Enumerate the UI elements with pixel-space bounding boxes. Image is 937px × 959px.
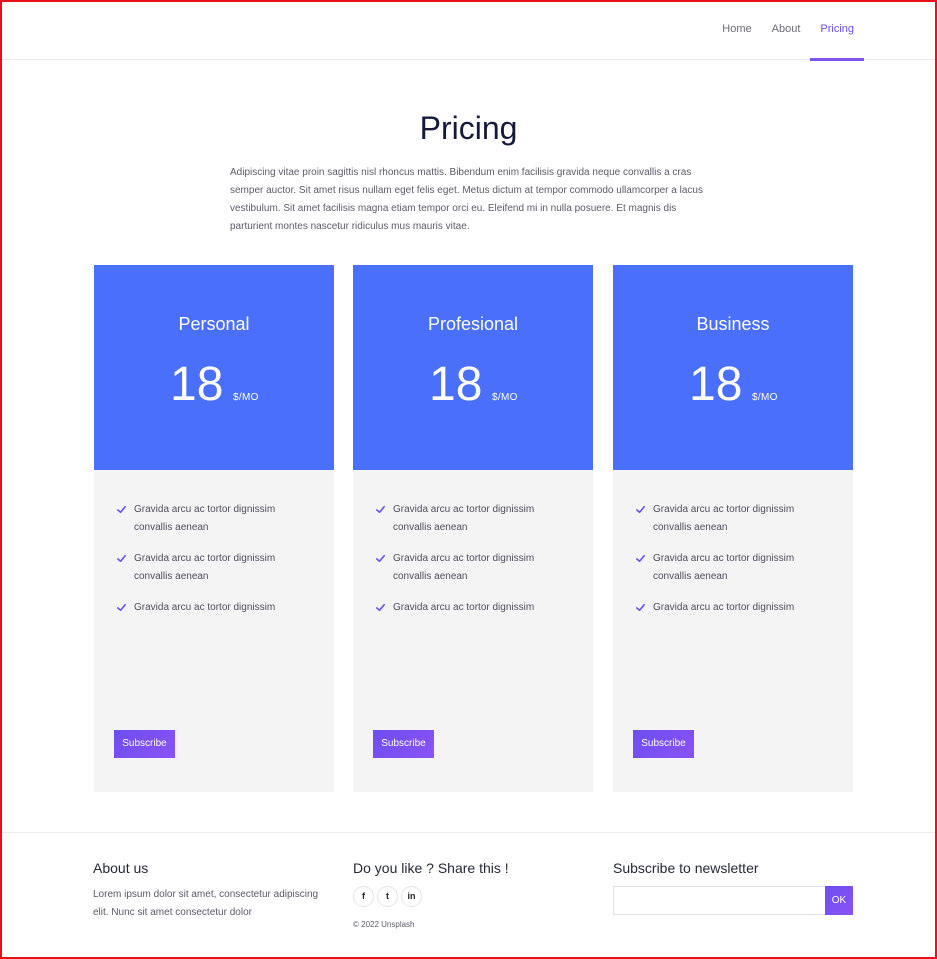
page-title: Pricing bbox=[419, 110, 518, 146]
nav-about[interactable]: About bbox=[762, 0, 811, 60]
plan-card-business: Business 18 $/MO Gravida arcu ac tortor … bbox=[613, 265, 853, 792]
feature-text: Gravida arcu ac tortor dignissim convall… bbox=[393, 504, 535, 533]
check-icon bbox=[376, 505, 385, 514]
footer-about-title: About us bbox=[93, 860, 149, 876]
feature-item: Gravida arcu ac tortor dignissim convall… bbox=[375, 550, 565, 586]
check-icon bbox=[117, 554, 126, 563]
main-nav: Home About Pricing bbox=[712, 0, 864, 61]
plan-card-header: Personal 18 $/MO bbox=[94, 265, 334, 470]
check-icon bbox=[636, 603, 645, 612]
feature-item: Gravida arcu ac tortor dignissim convall… bbox=[635, 550, 825, 586]
plan-name: Business bbox=[696, 314, 770, 334]
subscribe-button[interactable]: Subscribe bbox=[373, 730, 434, 758]
facebook-icon[interactable]: f bbox=[353, 886, 374, 907]
feature-text: Gravida arcu ac tortor dignissim convall… bbox=[653, 553, 795, 582]
linkedin-icon[interactable]: in bbox=[401, 886, 422, 907]
plan-name: Profesional bbox=[427, 314, 519, 334]
plan-card-personal: Personal 18 $/MO Gravida arcu ac tortor … bbox=[94, 265, 334, 792]
plan-card-profesional: Profesional 18 $/MO Gravida arcu ac tort… bbox=[353, 265, 593, 792]
check-icon bbox=[117, 505, 126, 514]
footer-newsletter-title: Subscribe to newsletter bbox=[613, 860, 759, 876]
footer: About us Lorem ipsum dolor sit amet, con… bbox=[0, 832, 937, 959]
check-icon bbox=[117, 603, 126, 612]
footer-share-title: Do you like ? Share this ! bbox=[353, 860, 509, 876]
copyright-text: © 2022 Unsplash bbox=[353, 920, 415, 929]
newsletter-email-input[interactable] bbox=[613, 886, 826, 915]
subscribe-button[interactable]: Subscribe bbox=[633, 730, 694, 758]
feature-list: Gravida arcu ac tortor dignissim convall… bbox=[635, 501, 825, 630]
subscribe-button[interactable]: Subscribe bbox=[114, 730, 175, 758]
plan-period: $/MO bbox=[233, 392, 259, 403]
plan-name: Personal bbox=[178, 314, 250, 334]
plan-period: $/MO bbox=[752, 392, 778, 403]
check-icon bbox=[636, 554, 645, 563]
feature-item: Gravida arcu ac tortor dignissim bbox=[635, 599, 825, 617]
nav-home[interactable]: Home bbox=[712, 0, 761, 60]
feature-list: Gravida arcu ac tortor dignissim convall… bbox=[375, 501, 565, 630]
feature-text: Gravida arcu ac tortor dignissim convall… bbox=[134, 553, 276, 582]
twitter-icon[interactable]: t bbox=[377, 886, 398, 907]
plan-card-header: Business 18 $/MO bbox=[613, 265, 853, 470]
plan-price: 18 bbox=[429, 358, 483, 411]
feature-text: Gravida arcu ac tortor dignissim bbox=[653, 602, 795, 613]
intro-paragraph: Adipiscing vitae proin sagittis nisl rho… bbox=[230, 167, 703, 232]
newsletter-ok-button[interactable]: OK bbox=[825, 886, 853, 915]
check-icon bbox=[376, 554, 385, 563]
feature-item: Gravida arcu ac tortor dignissim convall… bbox=[116, 550, 306, 586]
feature-item: Gravida arcu ac tortor dignissim bbox=[375, 599, 565, 617]
feature-item: Gravida arcu ac tortor dignissim convall… bbox=[635, 501, 825, 537]
plan-card-header: Profesional 18 $/MO bbox=[353, 265, 593, 470]
footer-about-text: Lorem ipsum dolor sit amet, consectetur … bbox=[93, 889, 319, 918]
check-icon bbox=[376, 603, 385, 612]
feature-text: Gravida arcu ac tortor dignissim convall… bbox=[134, 504, 276, 533]
feature-item: Gravida arcu ac tortor dignissim bbox=[116, 599, 306, 617]
feature-list: Gravida arcu ac tortor dignissim convall… bbox=[116, 501, 306, 630]
top-header: Home About Pricing bbox=[0, 0, 937, 61]
feature-text: Gravida arcu ac tortor dignissim convall… bbox=[653, 504, 795, 533]
feature-item: Gravida arcu ac tortor dignissim convall… bbox=[375, 501, 565, 537]
check-icon bbox=[636, 505, 645, 514]
feature-text: Gravida arcu ac tortor dignissim bbox=[393, 602, 535, 613]
nav-pricing[interactable]: Pricing bbox=[810, 0, 864, 61]
plan-price: 18 bbox=[170, 358, 224, 411]
plan-period: $/MO bbox=[492, 392, 518, 403]
plan-price: 18 bbox=[689, 358, 743, 411]
feature-item: Gravida arcu ac tortor dignissim convall… bbox=[116, 501, 306, 537]
feature-text: Gravida arcu ac tortor dignissim bbox=[134, 602, 276, 613]
feature-text: Gravida arcu ac tortor dignissim convall… bbox=[393, 553, 535, 582]
